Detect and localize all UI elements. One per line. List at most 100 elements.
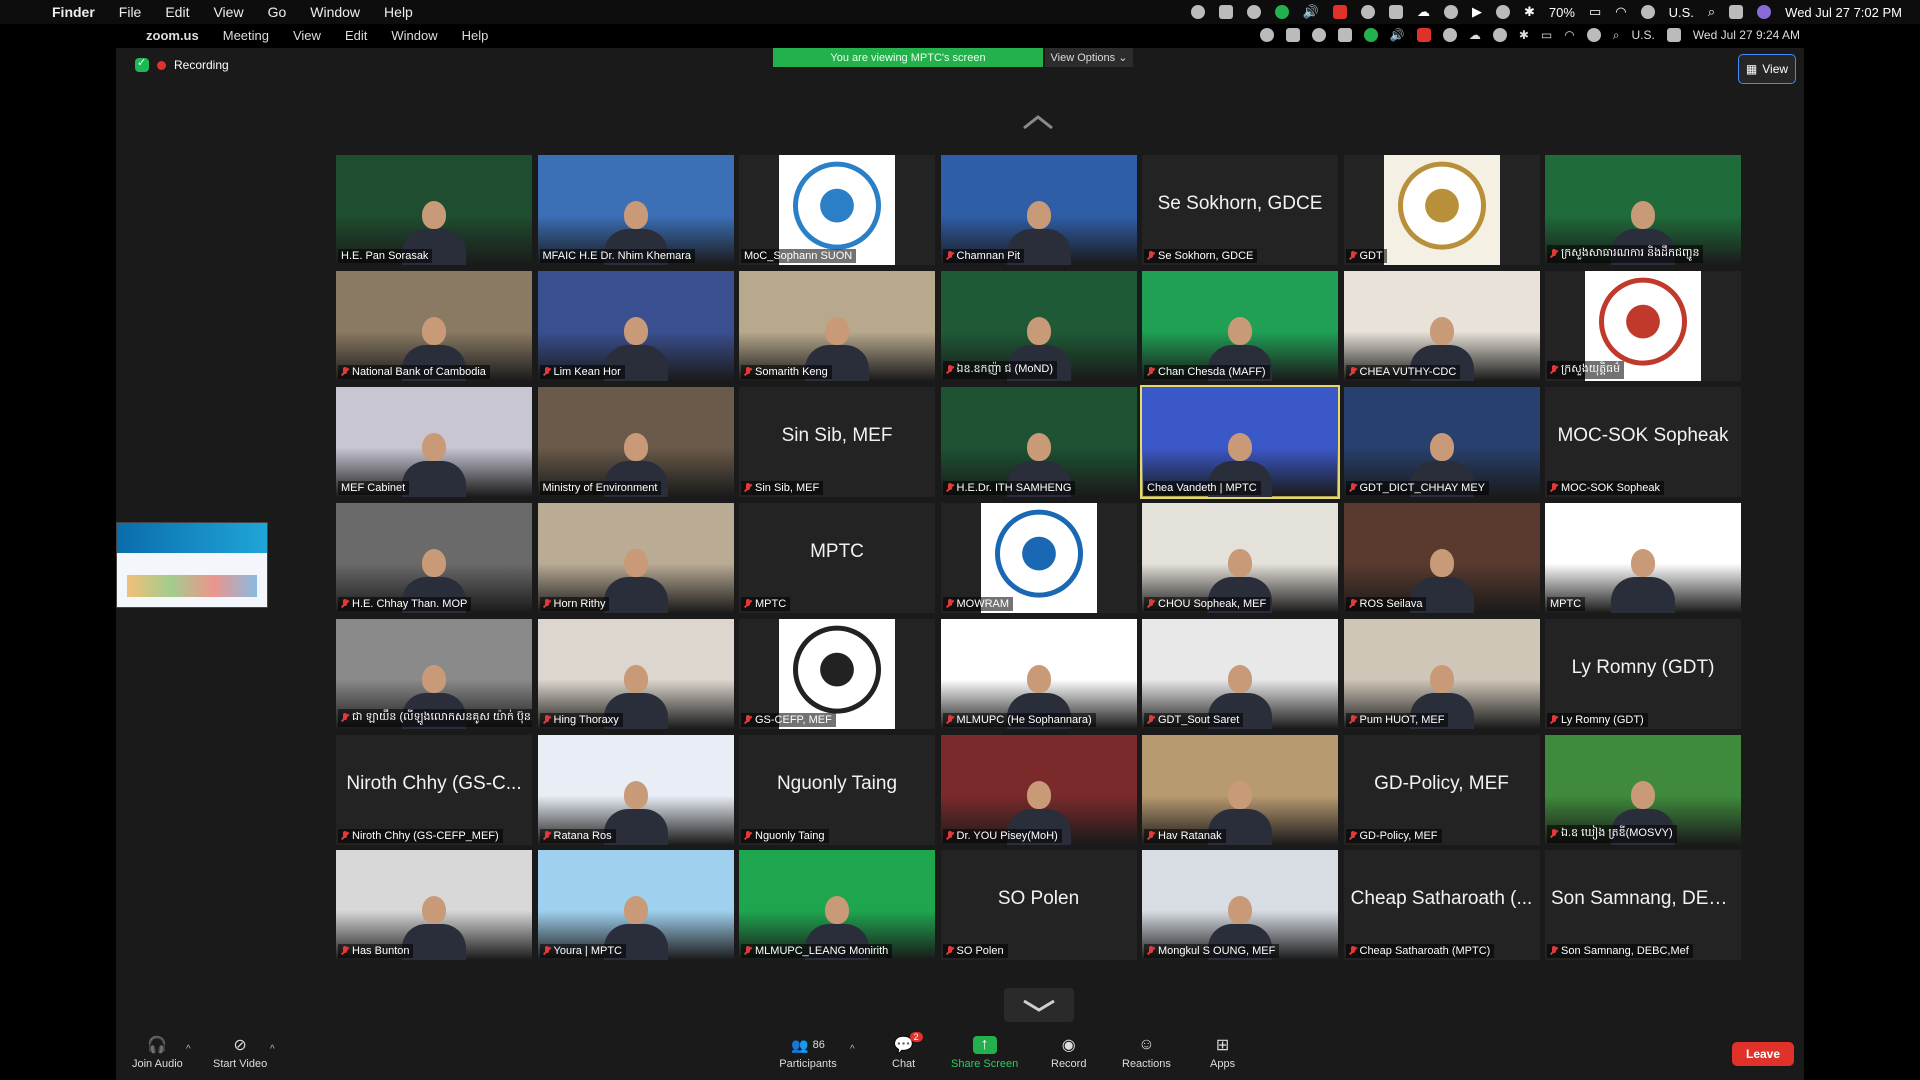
participant-tile[interactable]: Horn Rithy bbox=[537, 502, 734, 613]
status-icon[interactable] bbox=[1361, 5, 1376, 19]
participant-tile[interactable]: Se Sokhorn, GDCE Se Sokhorn, GDCE bbox=[1142, 155, 1338, 265]
chat-button[interactable]: 💬 2 Chat bbox=[892, 1032, 923, 1070]
menu-finder[interactable]: Finder bbox=[52, 4, 95, 20]
status-icon[interactable] bbox=[1274, 5, 1289, 19]
reactions-button[interactable]: ☺ Reactions bbox=[1122, 1036, 1171, 1070]
participant-tile[interactable]: Nguonly Taing Nguonly Taing bbox=[739, 734, 935, 845]
cloud-icon[interactable]: ☁ bbox=[1417, 4, 1430, 20]
participant-tile[interactable]: Lim Kean Hor bbox=[537, 270, 734, 381]
participant-tile[interactable]: Somarith Keng bbox=[739, 270, 935, 381]
chat-label: Chat bbox=[892, 1058, 916, 1070]
menu-window[interactable]: Window bbox=[310, 4, 360, 20]
record-button[interactable]: ◉ Record bbox=[1051, 1036, 1086, 1070]
shared-screen-thumbnail[interactable] bbox=[116, 522, 268, 608]
participant-tile[interactable]: ROS Seilava bbox=[1343, 502, 1540, 613]
participant-tile[interactable]: Son Samnang, DEB... Son Samnang, DEBC,Mef bbox=[1545, 850, 1741, 961]
video-options-caret-icon[interactable]: ^ bbox=[270, 1044, 275, 1055]
join-audio-button[interactable]: 🎧 Join Audio bbox=[132, 1036, 183, 1070]
participant-tile[interactable]: MOWRAM bbox=[940, 502, 1137, 613]
participant-label: SO Polen bbox=[942, 944, 1008, 959]
participant-tile[interactable]: MEF Cabinet bbox=[336, 386, 532, 497]
play-icon[interactable]: ▶ bbox=[1472, 4, 1482, 20]
user-icon[interactable] bbox=[1640, 5, 1655, 19]
participant-tile[interactable]: H.E. Chhay Than. MOP bbox=[336, 502, 532, 613]
participant-tile[interactable]: MOC-SOK Sopheak MOC-SOK Sopheak bbox=[1545, 386, 1741, 497]
participant-tile[interactable]: Cheap Satharoath (... Cheap Satharoath (M… bbox=[1343, 850, 1540, 961]
participant-tile[interactable]: Ratana Ros bbox=[537, 734, 734, 845]
participant-tile[interactable]: Ly Romny (GDT) Ly Romny (GDT) bbox=[1545, 618, 1741, 729]
participants-button[interactable]: 👥 86 Participants bbox=[778, 1036, 838, 1071]
participant-tile[interactable]: MPTC MPTC bbox=[739, 502, 935, 613]
menu-file[interactable]: File bbox=[119, 4, 142, 20]
participant-tile[interactable]: National Bank of Cambodia bbox=[336, 270, 532, 381]
participant-tile[interactable]: CHOU Sopheak, MEF bbox=[1142, 502, 1338, 613]
participant-tile[interactable]: ឯឧ.ឧកញ៉ា ជ (MoND) bbox=[940, 270, 1137, 381]
participant-tile[interactable]: H.E. Pan Sorasak bbox=[336, 155, 532, 265]
participant-tile[interactable]: MLMUPC_LEANG Monirith bbox=[739, 850, 935, 961]
participant-tile[interactable]: MFAIC H.E Dr. Nhim Khemara bbox=[537, 155, 734, 265]
participant-tile[interactable]: Sin Sib, MEF Sin Sib, MEF bbox=[739, 386, 935, 497]
participant-tile[interactable]: GS-CEFP, MEF bbox=[739, 618, 935, 729]
participant-tile[interactable]: Chan Chesda (MAFF) bbox=[1142, 270, 1338, 381]
participant-tile[interactable]: H.E.Dr. ITH SAMHENG bbox=[940, 386, 1137, 497]
participant-tile[interactable]: ក្រសួងយុត្តិធម៌ bbox=[1545, 270, 1741, 381]
start-video-button[interactable]: ⊘ Start Video bbox=[213, 1036, 267, 1070]
menu-view[interactable]: View bbox=[213, 4, 243, 20]
status-icon[interactable] bbox=[1496, 5, 1511, 19]
view-options-dropdown[interactable]: View Options ⌄ bbox=[1045, 48, 1133, 67]
participant-tile[interactable]: Ministry of Environment bbox=[537, 386, 734, 497]
clock[interactable]: Wed Jul 27 7:02 PM bbox=[1785, 5, 1902, 20]
participant-tile[interactable]: Youra | MPTC bbox=[537, 850, 734, 961]
participant-tile[interactable]: Hav Ratanak bbox=[1142, 734, 1338, 845]
participant-tile[interactable]: Dr. YOU Pisey(MoH) bbox=[940, 734, 1137, 845]
status-icon[interactable] bbox=[1218, 5, 1233, 19]
participant-tile[interactable]: MPTC bbox=[1545, 502, 1741, 613]
status-icon[interactable] bbox=[1246, 5, 1261, 19]
participant-tile[interactable]: Has Bunton bbox=[336, 850, 532, 961]
input-source[interactable]: U.S. bbox=[1669, 5, 1694, 20]
participant-tile[interactable]: Chea Vandeth | MPTC bbox=[1140, 384, 1340, 499]
participant-tile[interactable]: SO Polen SO Polen bbox=[940, 850, 1137, 961]
bluetooth-icon[interactable]: ✱ bbox=[1524, 4, 1535, 20]
menu-go[interactable]: Go bbox=[268, 4, 287, 20]
menu-edit[interactable]: Edit bbox=[165, 4, 189, 20]
participant-tile[interactable]: GDT_Sout Saret bbox=[1142, 618, 1338, 729]
participant-tile[interactable]: Niroth Chhy (GS-C... Niroth Chhy (GS-CEFP… bbox=[336, 734, 532, 845]
wifi-icon[interactable]: ◠ bbox=[1615, 4, 1626, 20]
volume-icon[interactable]: 🔊 bbox=[1303, 4, 1319, 20]
audio-options-caret-icon[interactable]: ^ bbox=[186, 1044, 191, 1055]
participant-person bbox=[402, 427, 466, 497]
page-up-chevron-icon[interactable] bbox=[1020, 112, 1056, 132]
participant-tile[interactable]: ក្រសួងសាធារណការ និងដឹកជញ្ជូន bbox=[1545, 155, 1741, 265]
participant-tile[interactable]: GD-Policy, MEF GD-Policy, MEF bbox=[1343, 734, 1540, 845]
participant-tile[interactable]: MoC_Sophann SUON bbox=[739, 155, 935, 265]
participant-tile[interactable]: Hing Thoraxy bbox=[537, 618, 734, 729]
participant-tile[interactable]: ឯ.ឧ ឃៀង ត្រឌី(MOSVY) bbox=[1545, 734, 1741, 845]
control-center-icon[interactable] bbox=[1729, 5, 1744, 19]
participant-tile[interactable]: Mongkul S OUNG, MEF bbox=[1142, 850, 1338, 961]
participant-name-card: MOC-SOK Sopheak bbox=[1557, 424, 1729, 446]
battery-icon[interactable]: ▭ bbox=[1589, 4, 1601, 20]
siri-icon[interactable] bbox=[1757, 5, 1772, 19]
participant-tile[interactable]: ជា ឡាយឹន (លីឡូងលោកសនគូស យ៉ាក់ ប៊ុន... bbox=[336, 618, 532, 729]
leave-button[interactable]: Leave bbox=[1732, 1042, 1794, 1066]
page-down-button[interactable] bbox=[1004, 988, 1074, 1022]
participant-tile[interactable]: GDT_DICT_CHHAY MEY bbox=[1343, 386, 1540, 497]
status-icon[interactable] bbox=[1333, 5, 1348, 19]
share-screen-button[interactable]: ↑ Share Screen bbox=[951, 1036, 1018, 1070]
participant-tile[interactable]: Chamnan Pit bbox=[940, 155, 1137, 265]
status-icon[interactable] bbox=[1444, 5, 1459, 19]
muted-mic-icon bbox=[1550, 482, 1558, 493]
view-button[interactable]: ▦ View bbox=[1738, 54, 1796, 84]
battery-percent[interactable]: 70% bbox=[1549, 5, 1575, 20]
participant-tile[interactable]: Pum HUOT, MEF bbox=[1343, 618, 1540, 729]
apps-button[interactable]: ⊞ Apps bbox=[1210, 1036, 1235, 1070]
participant-tile[interactable]: MLMUPC (He Sophannara) bbox=[940, 618, 1137, 729]
status-icon[interactable] bbox=[1389, 5, 1404, 19]
participant-tile[interactable]: CHEA VUTHY-CDC bbox=[1343, 270, 1540, 381]
participants-caret-icon[interactable]: ^ bbox=[850, 1044, 855, 1055]
status-icon[interactable] bbox=[1190, 5, 1205, 19]
search-icon[interactable]: ⌕ bbox=[1708, 4, 1715, 20]
menu-help[interactable]: Help bbox=[384, 4, 413, 20]
participant-tile[interactable]: GDT bbox=[1343, 155, 1540, 265]
